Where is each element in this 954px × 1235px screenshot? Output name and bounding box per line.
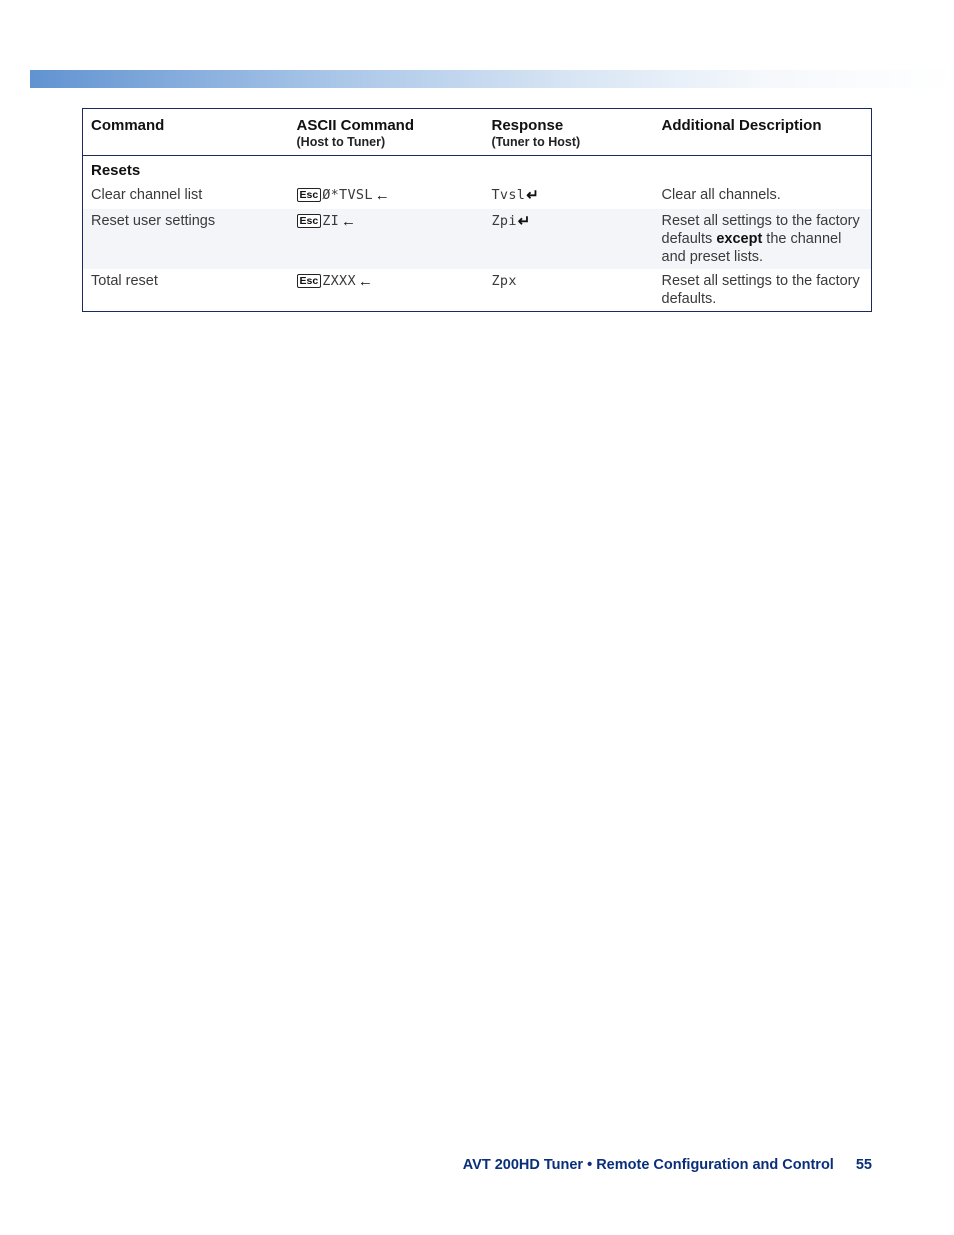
- footer-text: AVT 200HD Tuner • Remote Configuration a…: [463, 1157, 834, 1173]
- cell-description: Reset all settings to the factory defaul…: [654, 209, 872, 269]
- header-gradient-bar: [0, 70, 954, 88]
- header-ascii: ASCII Command (Host to Tuner): [289, 109, 484, 156]
- cell-ascii: EscZXXX←: [289, 269, 484, 312]
- table-row: Reset user settings EscZI← Zpi↵ Reset al…: [83, 209, 872, 269]
- esc-key-icon: Esc: [297, 214, 322, 228]
- cell-description: Reset all settings to the factory defaul…: [654, 269, 872, 312]
- command-table: Command ASCII Command (Host to Tuner) Re…: [82, 108, 872, 312]
- cell-response: Zpi↵: [484, 209, 654, 269]
- page-content: Command ASCII Command (Host to Tuner) Re…: [82, 108, 872, 312]
- return-icon: ↵: [518, 213, 531, 232]
- cell-command: Clear channel list: [83, 183, 289, 209]
- esc-key-icon: Esc: [297, 188, 322, 202]
- cell-command: Reset user settings: [83, 209, 289, 269]
- cell-description: Clear all channels.: [654, 183, 872, 209]
- header-description: Additional Description: [654, 109, 872, 156]
- section-label: Resets: [83, 156, 872, 183]
- cell-response: Tvsl↵: [484, 183, 654, 209]
- esc-key-icon: Esc: [297, 274, 322, 288]
- header-ascii-sub: (Host to Tuner): [297, 135, 476, 149]
- cell-response: Zpx: [484, 269, 654, 312]
- table-row: Clear channel list EscØ*TVSL← Tvsl↵ Clea…: [83, 183, 872, 209]
- header-response-sub: (Tuner to Host): [492, 135, 646, 149]
- section-row-resets: Resets: [83, 156, 872, 183]
- page-number: 55: [856, 1157, 872, 1173]
- header-command: Command: [83, 109, 289, 156]
- return-icon: ↵: [526, 187, 539, 206]
- arrow-left-icon: ←: [375, 187, 390, 206]
- cell-command: Total reset: [83, 269, 289, 312]
- page-footer: AVT 200HD Tuner • Remote Configuration a…: [0, 1157, 954, 1173]
- arrow-left-icon: ←: [358, 273, 373, 292]
- table-row: Total reset EscZXXX← Zpx Reset all setti…: [83, 269, 872, 312]
- table-header-row: Command ASCII Command (Host to Tuner) Re…: [83, 109, 872, 156]
- arrow-left-icon: ←: [341, 213, 356, 232]
- cell-ascii: EscØ*TVSL←: [289, 183, 484, 209]
- header-response: Response (Tuner to Host): [484, 109, 654, 156]
- cell-ascii: EscZI←: [289, 209, 484, 269]
